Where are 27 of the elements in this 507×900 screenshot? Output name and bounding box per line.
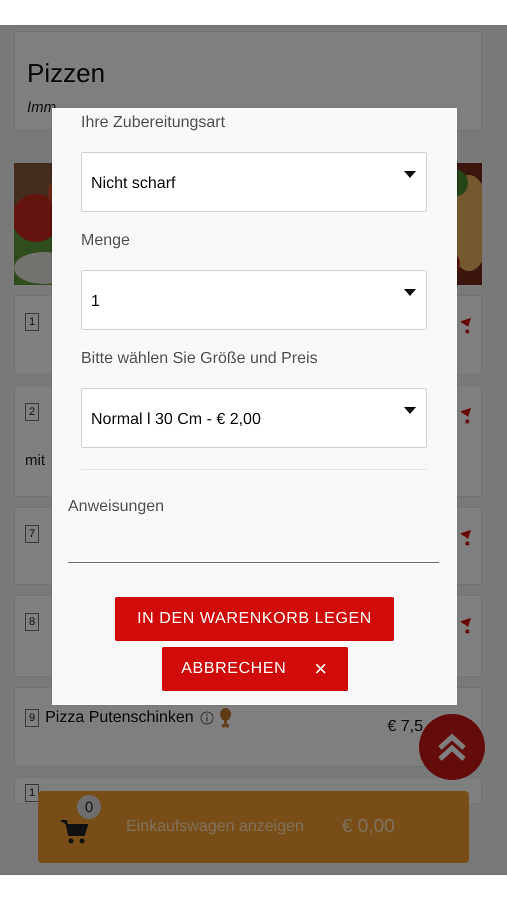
cart-count-badge: 0 <box>77 795 101 819</box>
item-number: 8 <box>25 613 40 631</box>
cart-total: € 0,00 <box>342 816 395 838</box>
cart-label: Einkaufswagen anzeigen <box>126 818 304 836</box>
field-label: Menge <box>81 232 131 251</box>
item-number: 7 <box>25 525 40 543</box>
caret-icon <box>404 406 416 414</box>
add-to-cart-button[interactable]: IN DEN WARENKORB LEGEN <box>115 597 394 641</box>
drumstick-icon <box>220 708 231 728</box>
instructions-field[interactable]: Anweisungen <box>68 498 439 563</box>
cancel-button[interactable]: ABBRECHEN × <box>162 647 348 691</box>
category-title: Pizzen <box>27 58 106 89</box>
caret-icon <box>404 170 416 178</box>
dropdown[interactable]: 1 <box>81 270 427 330</box>
item-description: mit <box>25 452 46 469</box>
item-number: 1 <box>25 313 40 331</box>
item-number: 9 <box>25 709 40 727</box>
item-price: € 7,5 <box>387 718 423 736</box>
field-label: Ihre Zubereitungsart <box>81 114 226 133</box>
field-label: Bitte wählen Sie Größe und Preis <box>81 350 319 369</box>
info-icon[interactable] <box>200 711 214 725</box>
item-name: Pizza Putenschinken <box>45 709 194 727</box>
double-chevron-up-icon <box>437 732 467 762</box>
item-number: 2 <box>25 403 40 421</box>
cart-toast[interactable]: 0 Einkaufswagen anzeigen € 0,00 <box>38 791 469 863</box>
dropdown[interactable]: Normal l 30 Cm - € 2,00 <box>81 388 427 448</box>
dropdown[interactable]: Nicht scharf <box>81 152 427 212</box>
